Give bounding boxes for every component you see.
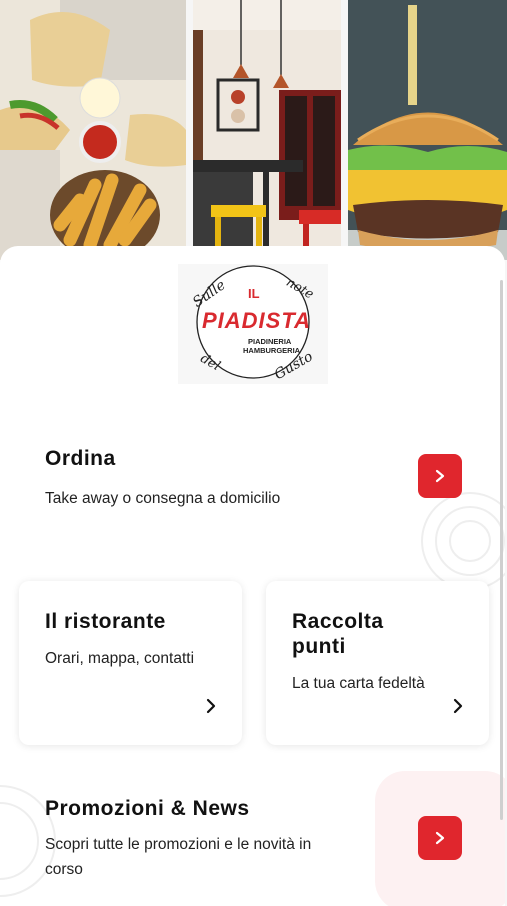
- raccolta-punti-title-line2: punti: [292, 635, 346, 658]
- promozioni-subtitle-line2: corso: [45, 861, 83, 878]
- ordina-title: Ordina: [45, 447, 116, 470]
- content-sheet: Sulle note IL PIADISTA PIADINERIA HAMBUR…: [0, 246, 505, 906]
- raccolta-punti-title-line1: Raccolta: [292, 610, 384, 633]
- promozioni-go-button[interactable]: [418, 816, 462, 860]
- burger-photo: [348, 0, 507, 260]
- promozioni-subtitle-line1: Scopri tutte le promozioni e le novità i…: [45, 836, 312, 853]
- raccolta-punti-arrow[interactable]: [448, 696, 468, 716]
- raccolta-punti-subtitle: La tua carta fedeltà: [292, 675, 425, 692]
- chevron-right-icon: [206, 698, 216, 714]
- ordina-go-button[interactable]: [418, 454, 462, 498]
- ristorante-title: Il ristorante: [45, 610, 166, 633]
- ordina-card[interactable]: Ordina Take away o consegna a domicilio: [0, 426, 505, 590]
- chevron-right-icon: [453, 698, 463, 714]
- promozioni-title: Promozioni & News: [45, 797, 250, 820]
- logo-brand: PIADISTA: [202, 308, 311, 333]
- chevron-right-icon: [435, 469, 445, 483]
- restaurant-interior-photo: [193, 0, 341, 260]
- chevron-right-icon: [435, 831, 445, 845]
- logo-brand-small: IL: [248, 286, 260, 301]
- ordina-subtitle: Take away o consegna a domicilio: [45, 490, 281, 507]
- piadina-fries-photo: [0, 0, 186, 260]
- ristorante-arrow[interactable]: [201, 696, 221, 716]
- promozioni-card[interactable]: Promozioni & News Scopri tutte le promoz…: [0, 766, 505, 906]
- logo-line2: HAMBURGERIA: [243, 346, 301, 355]
- logo-line1: PIADINERIA: [248, 337, 292, 346]
- scrollbar[interactable]: [500, 280, 503, 820]
- header-photo-strip: [0, 0, 507, 260]
- restaurant-logo: Sulle note IL PIADISTA PIADINERIA HAMBUR…: [178, 264, 328, 384]
- ristorante-card[interactable]: Il ristorante Orari, mappa, contatti: [19, 581, 242, 745]
- decorative-circles: [421, 492, 505, 590]
- ristorante-subtitle: Orari, mappa, contatti: [45, 650, 195, 667]
- raccolta-punti-card[interactable]: Raccolta punti La tua carta fedeltà: [266, 581, 489, 745]
